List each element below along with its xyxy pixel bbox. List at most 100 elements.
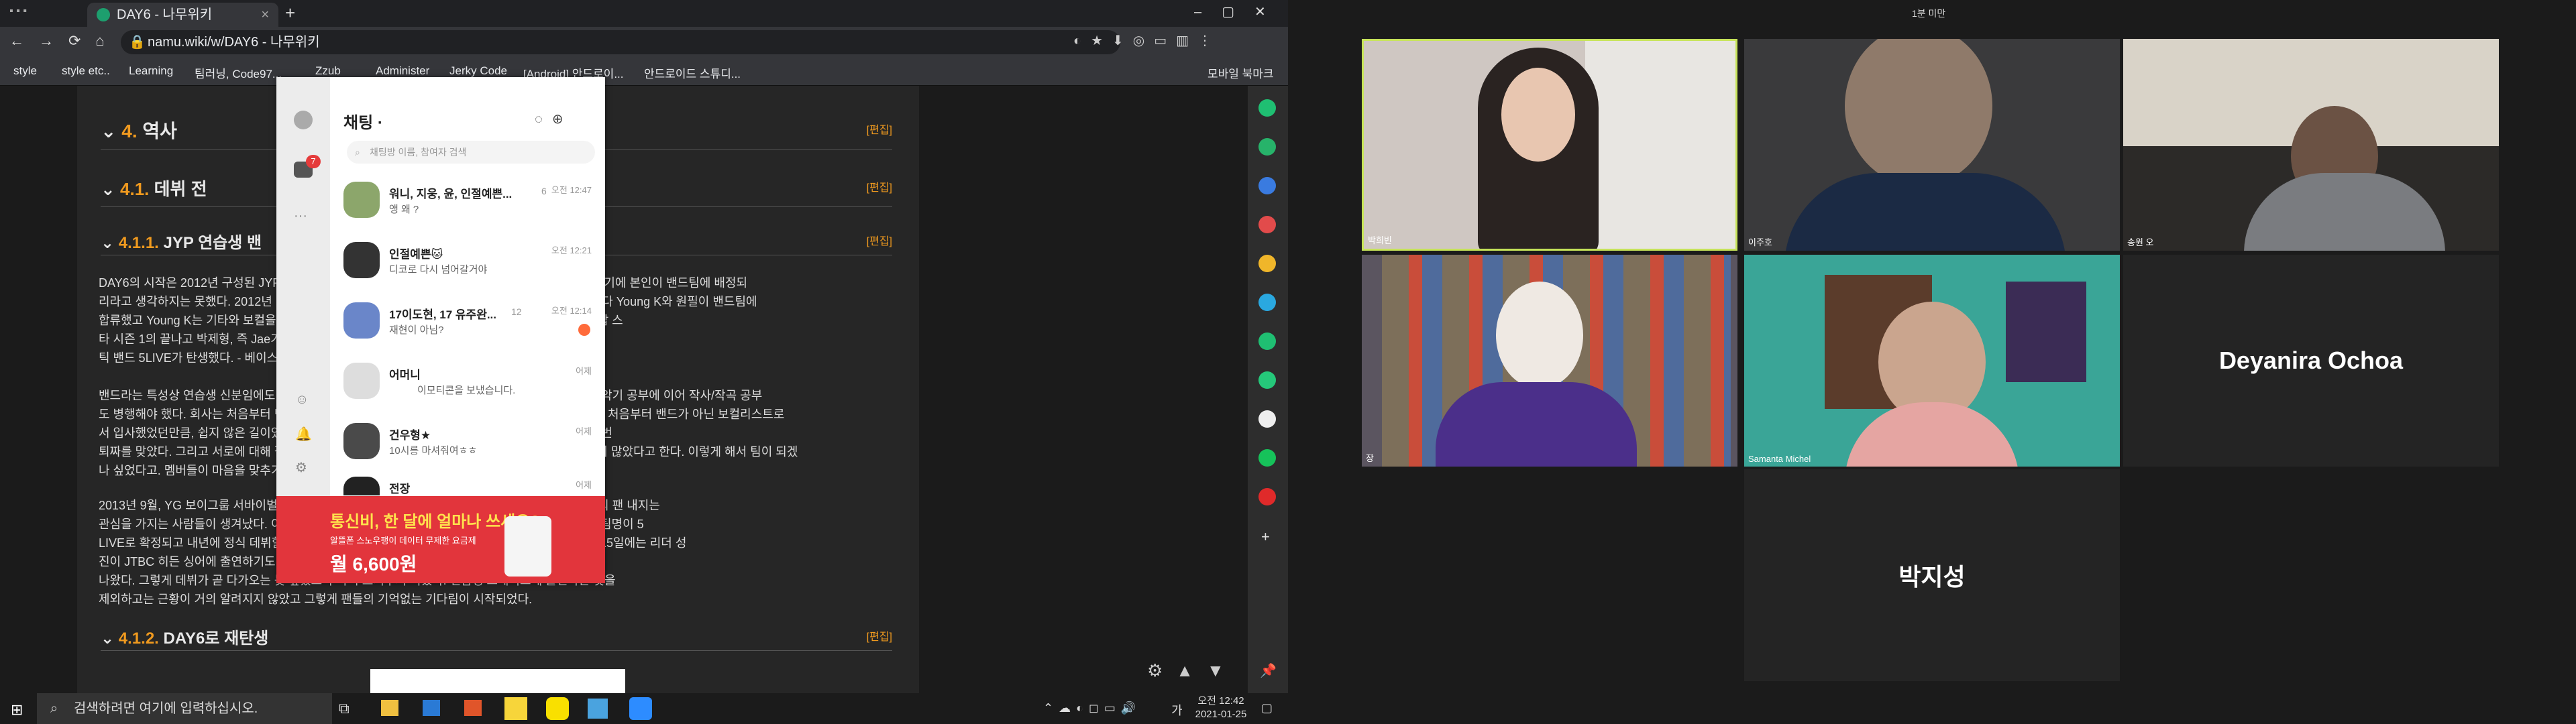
ad-price: 월 6,600원 (330, 554, 417, 575)
section-heading[interactable]: ⌄ 4.1.2. DAY6로 재탄생 (101, 625, 268, 648)
sticky-notes-icon[interactable] (504, 697, 527, 720)
app-icon[interactable] (1258, 333, 1276, 350)
bookmark-item[interactable]: Administer (376, 64, 429, 78)
app-taskbar-icon[interactable] (588, 699, 608, 719)
chat-window: 7 ··· ☺ 🔔 ⚙ 채팅 · ◌⊕ ⌕ 채팅방 이름, 참여자 검색 워니,… (276, 77, 605, 583)
chat-time: 어제 (576, 426, 592, 436)
section-heading[interactable]: ⌄ 4.1.1. JYP 연습생 밴 (101, 229, 262, 253)
poster-image (2006, 282, 2086, 382)
edit-link[interactable]: [편집] (867, 178, 892, 194)
mail-icon[interactable] (423, 700, 440, 716)
section-heading[interactable]: ⌄ 4. 역사 (101, 117, 177, 143)
chat-name: 17이도현, 17 유주완... (389, 308, 496, 321)
chat-preview: 재현이 아님? (389, 324, 444, 336)
ad-subtext: 알뜰폰 스노우팽이 데이터 무제한 요금제 (330, 536, 476, 546)
chat-search-input[interactable]: ⌕ 채팅방 이름, 참여자 검색 (347, 141, 595, 164)
bookmark-item[interactable]: Jerky Code (449, 64, 507, 78)
bookmark-item[interactable]: Zzub (315, 64, 341, 78)
kakaotalk-icon[interactable] (546, 697, 569, 720)
participant-body (1436, 382, 1637, 467)
chat-list-item[interactable]: 전장 어제 (343, 471, 598, 495)
chat-actions-icon[interactable]: ◌⊕ (535, 111, 573, 127)
app-icon[interactable] (1258, 449, 1276, 467)
emoji-icon[interactable]: ☺ (295, 392, 309, 408)
bell-icon[interactable]: 🔔 (295, 426, 312, 442)
participant-body (1784, 173, 2066, 251)
chat-list-item[interactable]: 17이도현, 17 유주완... 12 재현이 아님? 오전 12:14 (343, 297, 598, 344)
edit-link[interactable]: [편집] (867, 627, 892, 644)
task-view-icon[interactable]: ⧉ (339, 700, 350, 717)
member-count: 12 (511, 306, 522, 317)
bookmark-item[interactable]: style (13, 64, 37, 78)
bookmark-item[interactable]: style etc.. (62, 64, 110, 78)
video-tile[interactable]: Samanta Michel (1744, 255, 2120, 467)
ad-banner[interactable]: 통신비, 한 달에 얼마나 쓰세요? 알뜰폰 스노우팽이 데이터 무제한 요금제… (276, 496, 605, 583)
more-icon[interactable]: ··· (294, 208, 307, 224)
clock[interactable]: 오전 12:42 2021-01-25 (1187, 695, 1254, 721)
participant-name: Deyanira Ochoa (2218, 347, 2404, 374)
scroll-controls[interactable]: ⚙︎▲▼ (1147, 660, 1238, 681)
chat-name: 건우형★ (389, 429, 431, 442)
address-bar[interactable]: 🔒 namu.wiki/w/DAY6 - 나무위키 (121, 30, 1120, 54)
avatar (343, 477, 380, 495)
app-icon[interactable] (1258, 294, 1276, 311)
chat-title: 채팅 · (343, 114, 383, 132)
app-icon[interactable] (1258, 99, 1276, 117)
bookmark-item[interactable]: Learning (129, 64, 173, 78)
window-controls[interactable]: –▢✕ (1194, 0, 1286, 24)
app-icon[interactable] (1258, 255, 1276, 272)
friends-icon[interactable] (294, 111, 313, 129)
zoom-taskbar-icon[interactable] (629, 697, 652, 720)
section-heading[interactable]: ⌄ 4.1. 데뷔 전 (101, 176, 207, 200)
video-tile-no-video[interactable]: Deyanira Ochoa (2123, 255, 2499, 467)
chat-list-item[interactable]: 워니, 지웅, 윤, 인절예쁜... 6 앵 왜 ? 오전 12:47 (343, 176, 598, 223)
window-curtain-image (1585, 41, 1735, 249)
notifications-icon[interactable]: ▢ (1261, 701, 1273, 715)
close-tab-icon[interactable]: × (261, 3, 269, 27)
windows-start-icon[interactable]: ⊞ (11, 701, 23, 719)
participant-name: 장 (1366, 453, 1374, 463)
chat-list-item[interactable]: 건우형★ 10시릉 마셔줘여ㅎㅎ 어제 (343, 418, 598, 465)
lock-icon: 🔒 (129, 35, 146, 50)
edit-link[interactable]: [편집] (867, 232, 892, 248)
nav-buttons-icon[interactable]: ←→⟳⌂ (9, 32, 119, 50)
edit-link[interactable]: [편집] (867, 121, 892, 137)
tab-bar: ▪ ▪ ▪ DAY6 - 나무위키 × + –▢✕ (0, 0, 1288, 27)
video-tile[interactable]: 이주호 (1744, 39, 2120, 251)
app-icon[interactable] (1258, 488, 1276, 505)
taskbar-search-input[interactable]: ⌕ 검색하려면 여기에 입력하십시오. (37, 693, 332, 724)
app-icon[interactable] (1258, 410, 1276, 428)
video-tile-active-speaker[interactable]: 박희빈 (1362, 39, 1737, 251)
bookmark-item[interactable]: 팀러닝, Code97... (195, 64, 282, 81)
zoom-gallery: 1분 미만 박희빈 이주호 송원 오 장 Samanta Michel Deya… (1288, 0, 2576, 724)
chat-name: 인절예쁜🐱 (389, 248, 443, 261)
new-tab-icon[interactable]: + (285, 3, 295, 23)
app-icon[interactable] (1258, 371, 1276, 389)
chat-list-item[interactable]: 인절예쁜🐱 디코로 다시 넘어갈거야 오전 12:21 (343, 237, 598, 284)
settings-icon[interactable]: ⚙ (295, 459, 307, 476)
chat-time: 어제 (576, 480, 592, 490)
add-icon[interactable]: + (1261, 528, 1270, 546)
bookmark-item[interactable]: 모바일 북마크 (1208, 64, 1274, 81)
app-icon[interactable] (1258, 138, 1276, 156)
bookmark-item[interactable]: 안드로이드 스튜디... (644, 64, 741, 81)
system-tray-icons[interactable]: ⌃☁◐◻▭🔊 (1043, 701, 1141, 715)
video-tile-no-video[interactable]: 박지성 (1744, 469, 2120, 681)
app-icon[interactable] (1258, 177, 1276, 194)
divider (101, 650, 892, 651)
unread-dot (578, 324, 590, 336)
file-explorer-icon[interactable] (381, 700, 398, 716)
bookmarks-bar: style style etc.. Learning 팀러닝, Code97..… (0, 58, 1288, 86)
ime-indicator[interactable]: 가 (1171, 701, 1183, 719)
office-icon[interactable] (464, 700, 482, 716)
participant-name: 송원 오 (2127, 237, 2154, 247)
chat-list-item[interactable]: 어머니 이모티콘을 보냈습니다. 어제 (343, 357, 598, 404)
video-tile[interactable]: 송원 오 (2123, 39, 2499, 251)
participant-name: 이주호 (1748, 237, 1772, 247)
browser-tab[interactable]: DAY6 - 나무위키 × (87, 3, 278, 27)
video-tile[interactable]: 장 (1362, 255, 1737, 467)
extension-icons[interactable]: ◐★⬇◎▭▥⋮ (1073, 32, 1221, 49)
app-icon[interactable] (1258, 216, 1276, 233)
chat-preview: 앵 왜 ? (389, 204, 419, 215)
pin-icon[interactable]: 📌 (1260, 662, 1277, 679)
